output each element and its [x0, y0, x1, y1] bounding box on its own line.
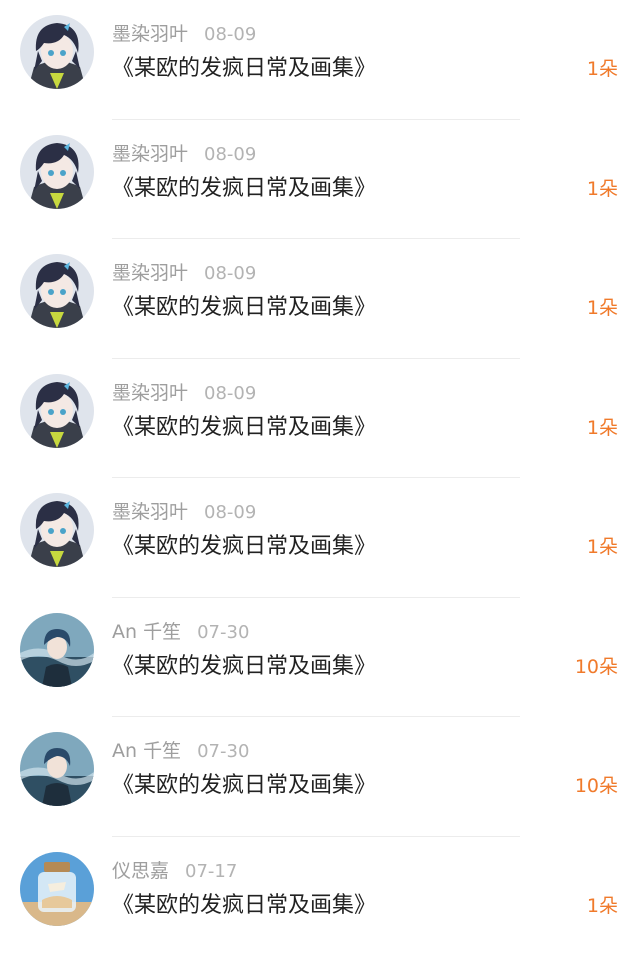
date-label: 08-09 — [204, 502, 256, 523]
flower-count: 10朵 — [575, 654, 618, 680]
list-item[interactable]: 仪思嘉 07-17 《某欧的发疯日常及画集》 1朵 — [0, 837, 640, 956]
list-item[interactable]: 墨染羽叶 08-09 《某欧的发疯日常及画集》 1朵 — [0, 359, 640, 479]
list-item[interactable]: An 千笙 07-30 《某欧的发疯日常及画集》 10朵 — [0, 717, 640, 837]
flower-count: 1朵 — [587, 56, 618, 82]
flower-count: 1朵 — [587, 893, 618, 919]
username[interactable]: An 千笙 — [112, 621, 181, 643]
anime-girl-avatar-icon[interactable] — [20, 135, 94, 209]
work-title[interactable]: 《某欧的发疯日常及画集》 — [112, 891, 376, 921]
flower-count: 1朵 — [587, 534, 618, 560]
anime-girl-avatar-icon[interactable] — [20, 254, 94, 328]
username[interactable]: 墨染羽叶 — [112, 262, 188, 284]
work-title[interactable]: 《某欧的发疯日常及画集》 — [112, 771, 376, 801]
date-label: 07-30 — [197, 622, 249, 643]
list-item[interactable]: 墨染羽叶 08-09 《某欧的发疯日常及画集》 1朵 — [0, 239, 640, 359]
work-title[interactable]: 《某欧的发疯日常及画集》 — [112, 652, 376, 682]
anime-girl-avatar-icon[interactable] — [20, 493, 94, 567]
work-title[interactable]: 《某欧的发疯日常及画集》 — [112, 532, 376, 562]
work-title[interactable]: 《某欧的发疯日常及画集》 — [112, 174, 376, 204]
anime-girl-avatar-icon[interactable] — [20, 15, 94, 89]
username[interactable]: An 千笙 — [112, 740, 181, 762]
list-item[interactable]: 墨染羽叶 08-09 《某欧的发疯日常及画集》 1朵 — [0, 0, 640, 120]
flower-count: 1朵 — [587, 176, 618, 202]
anime-girl-avatar-icon[interactable] — [20, 374, 94, 448]
anime-boy-avatar-icon[interactable] — [20, 732, 94, 806]
username[interactable]: 墨染羽叶 — [112, 501, 188, 523]
glass-jar-avatar-icon[interactable] — [20, 852, 94, 926]
username[interactable]: 墨染羽叶 — [112, 23, 188, 45]
date-label: 07-17 — [185, 861, 237, 882]
flower-count: 1朵 — [587, 295, 618, 321]
work-title[interactable]: 《某欧的发疯日常及画集》 — [112, 293, 376, 323]
list-item[interactable]: 墨染羽叶 08-09 《某欧的发疯日常及画集》 1朵 — [0, 478, 640, 598]
username[interactable]: 仪思嘉 — [112, 860, 169, 882]
reward-list: 墨染羽叶08-09 《某欧的发疯日常及画集》 1朵 墨染羽叶08-09 《某 — [0, 0, 640, 950]
anime-boy-avatar-icon[interactable] — [20, 613, 94, 687]
date-label: 08-09 — [204, 263, 256, 284]
username[interactable]: 墨染羽叶 — [112, 143, 188, 165]
flower-count: 10朵 — [575, 773, 618, 799]
list-item[interactable]: An 千笙 07-30 《某欧的发疯日常及画集》 10朵 — [0, 598, 640, 718]
work-title[interactable]: 《某欧的发疯日常及画集》 — [112, 413, 376, 443]
flower-count: 1朵 — [587, 415, 618, 441]
date-label: 07-30 — [197, 741, 249, 762]
list-item[interactable]: 墨染羽叶 08-09 《某欧的发疯日常及画集》 1朵 — [0, 120, 640, 240]
date-label: 08-09 — [204, 24, 256, 45]
username[interactable]: 墨染羽叶 — [112, 382, 188, 404]
date-label: 08-09 — [204, 144, 256, 165]
date-label: 08-09 — [204, 383, 256, 404]
work-title[interactable]: 《某欧的发疯日常及画集》 — [112, 54, 376, 84]
